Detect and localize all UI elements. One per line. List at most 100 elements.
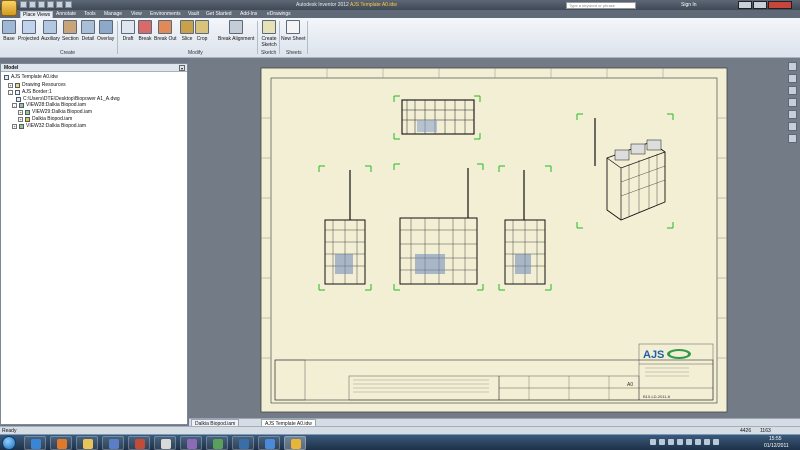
tab-vault[interactable]: Vault [188,11,199,18]
navigation-bar [788,62,798,154]
redo-icon[interactable] [56,1,63,8]
tree-item-view29[interactable]: + VIEW29:Dalkia Biopod.iam [18,109,92,115]
taskbar-app[interactable] [206,436,228,450]
tree-item-view28[interactable]: - VIEW28:Dalkia Biopod.iam [12,102,86,108]
save-icon[interactable] [38,1,45,8]
zoom-all-icon[interactable] [788,110,797,119]
auxiliary-view-button[interactable]: Auxiliary [41,20,60,42]
taskbar-app[interactable] [154,436,176,450]
tray-icon[interactable] [695,439,701,445]
tree-item-label: VIEW32:Dalkia Biopod.iam [26,123,87,129]
crop-button[interactable]: Crop [195,20,209,42]
break-out-label: Break Out [154,36,177,42]
orbit-icon[interactable] [788,122,797,131]
break-out-button[interactable]: Break Out [154,20,177,42]
new-sheet-button[interactable]: New Sheet [281,20,305,42]
tab-add-ins[interactable]: Add-Ins [240,11,257,18]
tab-annotate[interactable]: Annotate [56,11,76,18]
sheet-size-label: A0 [627,382,633,388]
tray-icon[interactable] [677,439,683,445]
tab-place-views[interactable]: Place Views [20,11,54,18]
maximize-button[interactable] [753,1,767,9]
section-view-button[interactable]: Section [62,20,79,42]
tree-item-label: AJS Template A0.idw [11,74,58,80]
browser-title[interactable]: Model [4,65,18,71]
tab-view[interactable]: View [131,11,142,18]
print-icon[interactable] [65,1,72,8]
expand-icon[interactable]: + [12,123,17,129]
taskbar-media-player[interactable] [102,436,124,450]
view-icon [19,123,24,129]
steering-wheel-icon[interactable] [788,74,797,83]
break-label: Break [138,36,152,42]
tab-get-started[interactable]: Get Started [206,11,232,18]
detail-view-button[interactable]: Detail [81,20,95,42]
break-button[interactable]: Break [138,20,152,42]
draft-view-button[interactable]: Draft [121,20,135,42]
taskbar-firefox[interactable] [50,436,72,450]
close-window-button[interactable] [768,1,792,9]
slice-button[interactable]: Slice [180,20,194,42]
tree-item-label: AJS Border:1 [22,89,52,95]
tray-icon[interactable] [668,439,674,445]
ribbon-panel: Base Projected Auxiliary Section Detail … [0,18,800,58]
taskbar-app[interactable] [232,436,254,450]
taskbar-app[interactable] [128,436,150,450]
tree-item-drawing-resources[interactable]: + Drawing Resources [8,82,66,88]
taskbar-inventor[interactable] [284,436,306,450]
tree-item-root[interactable]: AJS Template A0.idw [4,74,58,80]
create-sketch-button[interactable]: Create Sketch [261,20,277,48]
clock-time[interactable]: 15:55 [769,436,782,442]
taskbar-ie[interactable] [24,436,46,450]
tray-icon[interactable] [650,439,656,445]
taskbar-explorer[interactable] [76,436,98,450]
overlay-view-button[interactable]: Overlay [97,20,114,42]
projected-view-button[interactable]: Projected [18,20,39,42]
new-icon[interactable] [20,1,27,8]
drawing-canvas[interactable]: AJS A0 B10-LD-2011-6 [189,58,800,418]
collapse-icon[interactable]: - [8,89,13,95]
detail-view-label: Detail [81,36,95,42]
drawing-number: B10-LD-2011-6 [643,394,671,399]
zoom-icon[interactable] [788,98,797,107]
taskbar-app[interactable] [258,436,280,450]
draft-view-label: Draft [122,36,134,42]
tree-item-view32[interactable]: + VIEW32:Dalkia Biopod.iam [12,123,86,129]
expand-icon[interactable]: + [18,116,23,122]
folder-icon [15,82,20,88]
clock-date[interactable]: 01/12/2011 [764,443,789,449]
break-icon [138,20,152,34]
undo-icon[interactable] [47,1,54,8]
start-button[interactable] [2,436,16,450]
sign-in-link[interactable]: Sign In [681,2,697,8]
folder-icon [83,439,93,449]
volume-icon[interactable] [713,439,719,445]
expand-icon[interactable]: + [18,109,23,115]
system-tray [650,439,719,445]
search-input[interactable]: Type a keyword or phrase [566,2,636,9]
expand-icon[interactable]: + [8,82,13,88]
viewcube-icon[interactable] [788,62,797,71]
network-icon[interactable] [704,439,710,445]
tray-icon[interactable] [659,439,665,445]
pan-icon[interactable] [788,86,797,95]
application-menu-button[interactable] [1,0,17,16]
minimize-button[interactable] [738,1,752,9]
tree-item-biopod-assembly[interactable]: + Dalkia Biopod.iam [18,116,72,122]
new-sheet-icon [286,20,301,34]
open-icon[interactable] [29,1,36,8]
ribbon-separator [117,21,118,54]
overlay-view-label: Overlay [97,36,115,42]
tab-tools[interactable]: Tools [84,11,96,18]
taskbar-app[interactable] [180,436,202,450]
tab-edrawings[interactable]: eDrawings [267,11,291,18]
collapse-icon[interactable]: - [12,102,17,108]
tab-environments[interactable]: Environments [150,11,181,18]
look-at-icon[interactable] [788,134,797,143]
break-alignment-button[interactable]: Break Alignment [218,20,254,42]
tree-item-border[interactable]: - AJS Border:1 [8,89,52,95]
base-view-button[interactable]: Base [2,20,16,42]
browser-menu-icon[interactable]: ▾ [179,65,185,71]
tab-manage[interactable]: Manage [104,11,122,18]
tray-icon[interactable] [686,439,692,445]
